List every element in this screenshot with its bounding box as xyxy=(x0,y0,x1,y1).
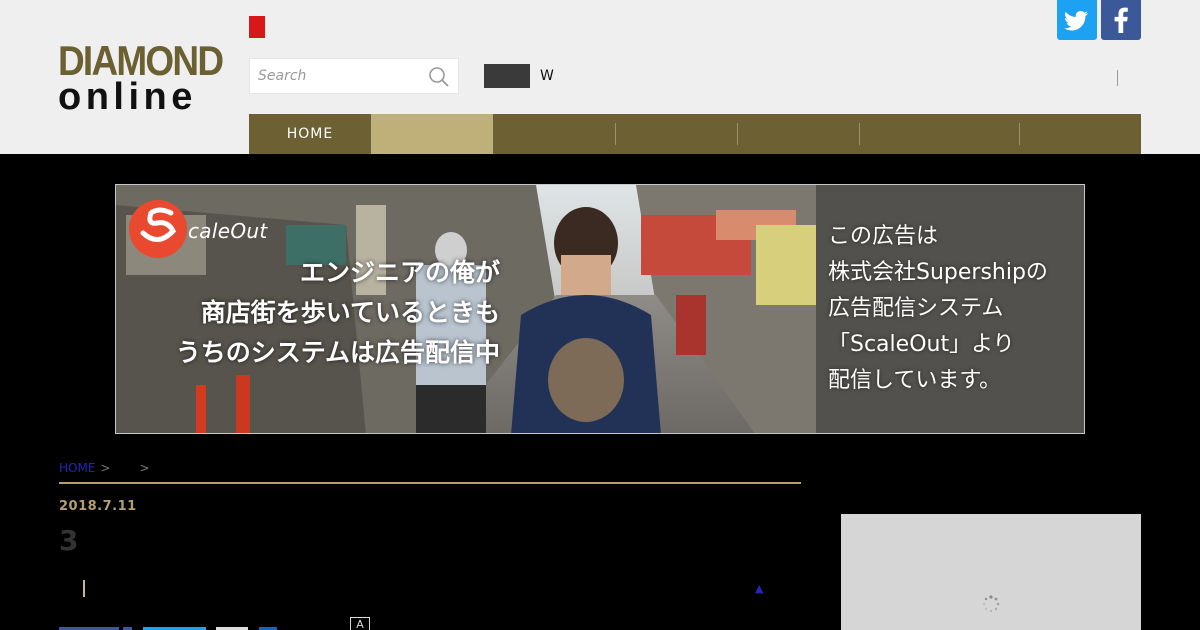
red-marker xyxy=(249,16,265,38)
nav-item-6[interactable] xyxy=(859,114,1019,154)
ad-headline-line: うちのシステムは広告配信中 xyxy=(175,338,500,367)
ad-headline: エンジニアの俺が 商店街を歩いているときも うちのシステムは広告配信中 xyxy=(176,253,500,373)
nav-separator xyxy=(615,123,616,145)
triangle-up-icon[interactable]: ▲ xyxy=(755,582,763,595)
nav-item-label: HOME xyxy=(286,126,334,142)
nav-item-2[interactable] xyxy=(371,114,493,154)
nav-separator xyxy=(1019,123,1020,145)
logo-line-2: online xyxy=(58,76,197,118)
site-header: DIAMOND online W HOME xyxy=(0,0,1200,154)
nav-item-5[interactable] xyxy=(737,114,859,154)
breadcrumb: HOME > > xyxy=(59,461,155,475)
main-nav: HOME xyxy=(249,114,1141,154)
site-logo[interactable]: DIAMOND online xyxy=(58,40,224,118)
header-divider xyxy=(1117,70,1118,86)
ad-headline-line: エンジニアの俺が xyxy=(299,258,500,287)
search-icon[interactable] xyxy=(428,66,450,88)
nav-item-7[interactable] xyxy=(1019,114,1141,154)
nav-item-3[interactable] xyxy=(493,114,615,154)
ad-disclosure-line: この広告は xyxy=(828,224,939,249)
facebook-icon xyxy=(1114,7,1128,33)
ad-headline-line: 商店街を歩いているときも xyxy=(200,298,500,327)
loading-spinner-icon xyxy=(982,595,1000,613)
twitter-icon xyxy=(1064,11,1088,31)
article-title: 3 xyxy=(59,524,79,557)
ad-disclosure-line: 配信しています。 xyxy=(828,368,1002,393)
search-input[interactable] xyxy=(250,59,420,93)
font-size-button[interactable]: A xyxy=(350,617,370,630)
ad-disclosure-line: 「ScaleOut」より xyxy=(828,332,1015,357)
breadcrumb-home[interactable]: HOME xyxy=(59,461,95,475)
nav-separator xyxy=(737,123,738,145)
header-w-text: W xyxy=(540,68,554,84)
nav-separator xyxy=(859,123,860,145)
ad-disclosure: この広告は 株式会社Supershipの 広告配信システム 「ScaleOut」… xyxy=(828,219,1048,399)
article-date: 2018.7.11 xyxy=(59,499,137,514)
ad-brand-text: caleOut xyxy=(188,219,268,243)
twitter-button[interactable] xyxy=(1057,0,1097,40)
text-caret xyxy=(83,580,85,597)
breadcrumb-rule xyxy=(59,482,801,484)
nav-item-4[interactable] xyxy=(615,114,737,154)
header-dark-button[interactable] xyxy=(484,64,530,88)
ad-disclosure-line: 広告配信システム xyxy=(828,296,1004,321)
ad-disclosure-line: 株式会社Supershipの xyxy=(828,260,1048,285)
search-box xyxy=(249,58,459,94)
ad-banner[interactable]: caleOut エンジニアの俺が 商店街を歩いているときも うちのシステムは広告… xyxy=(115,184,1085,434)
breadcrumb-separator: > xyxy=(100,461,111,475)
sidebar-ad-slot xyxy=(841,514,1141,630)
breadcrumb-separator: > xyxy=(139,461,150,475)
nav-item-home[interactable]: HOME xyxy=(249,114,371,154)
facebook-button[interactable] xyxy=(1101,0,1141,40)
